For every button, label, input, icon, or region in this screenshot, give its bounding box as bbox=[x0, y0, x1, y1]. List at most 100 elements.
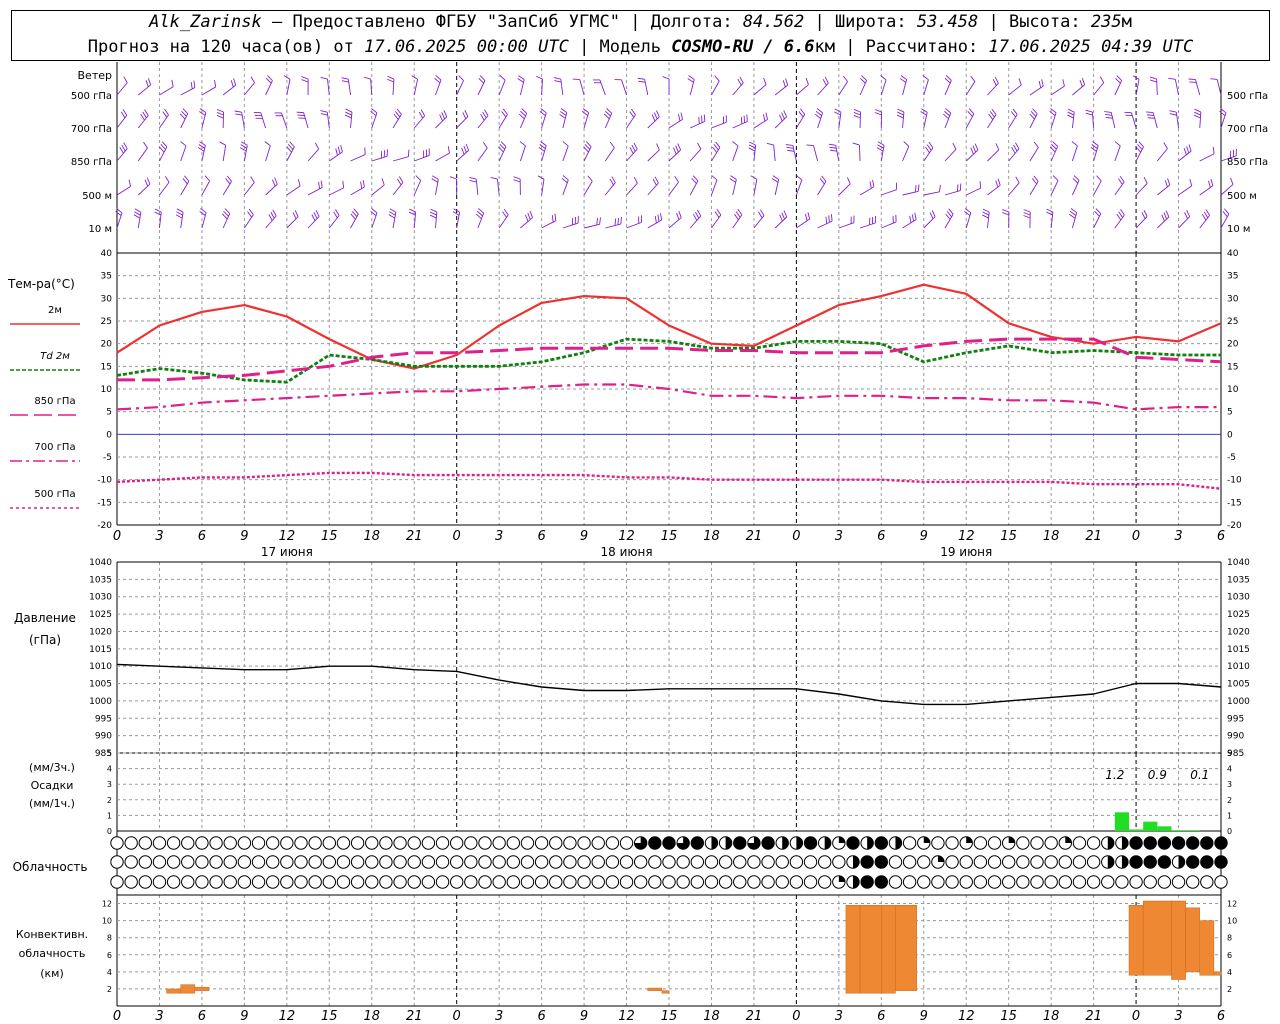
wind-barb-staff bbox=[753, 84, 767, 96]
x-tick-label: 21 bbox=[1085, 1009, 1102, 1024]
x-tick-label: 3 bbox=[1174, 1009, 1182, 1024]
temp-ytick-right: 15 bbox=[1227, 362, 1238, 372]
wind-barb-feather bbox=[389, 211, 396, 216]
x-tick-label: 3 bbox=[1174, 529, 1182, 544]
cloud-symbol bbox=[1072, 836, 1087, 850]
cloud-symbol bbox=[605, 875, 620, 889]
wind-barb-feather bbox=[461, 147, 465, 155]
wind-barb-feather bbox=[240, 144, 247, 149]
wind-barb-feather bbox=[979, 181, 982, 189]
cloud-symbol bbox=[265, 855, 280, 869]
cloud-symbol bbox=[365, 875, 379, 889]
cloud-fill bbox=[860, 875, 874, 889]
wind-barb-feather bbox=[484, 109, 489, 116]
wind-barb-feather bbox=[1205, 209, 1211, 216]
cloud-fill bbox=[711, 836, 718, 850]
wind-barb-staff bbox=[626, 221, 642, 229]
cloud-fill bbox=[875, 855, 888, 869]
conv-cloud-bar bbox=[859, 904, 882, 994]
wind-barb-feather bbox=[1149, 76, 1157, 80]
wind-barb-staff bbox=[244, 82, 255, 96]
wind-barb-feather bbox=[264, 141, 271, 147]
cloud-symbol bbox=[464, 836, 478, 850]
cloud-symbol bbox=[365, 855, 379, 869]
cloud-symbol bbox=[237, 836, 252, 850]
temp-ytick-left: -15 bbox=[97, 498, 112, 508]
cloud-symbol bbox=[138, 855, 153, 869]
cloud-symbol bbox=[945, 875, 959, 889]
wind-barb-feather bbox=[239, 147, 247, 152]
wind-barb-feather bbox=[633, 142, 638, 150]
cloud-symbol bbox=[549, 875, 563, 889]
wind-barb-feather bbox=[763, 77, 767, 85]
pressure-ytick-right: 1020 bbox=[1227, 627, 1250, 637]
cloud-fill bbox=[691, 836, 704, 850]
wind-barb-feather bbox=[739, 76, 744, 84]
wind-barb-feather bbox=[1210, 78, 1218, 80]
wind-barb-staff bbox=[902, 219, 917, 229]
wind-barb-staff bbox=[1135, 146, 1144, 162]
cloud-fill bbox=[853, 855, 860, 869]
wind-barb-feather bbox=[982, 214, 989, 219]
wind-barb-feather bbox=[786, 147, 794, 149]
cloud-symbol bbox=[690, 875, 705, 889]
wind-barb-feather bbox=[320, 113, 328, 116]
cloud-fill bbox=[648, 836, 662, 850]
wind-barb-staff bbox=[795, 179, 803, 196]
wind-barb-staff bbox=[965, 113, 975, 129]
cloud-symbol bbox=[1086, 855, 1101, 869]
wind-barb-feather bbox=[931, 210, 936, 217]
wind-barb-feather bbox=[662, 76, 670, 80]
cloud-symbol bbox=[803, 855, 818, 869]
cloud-symbol bbox=[648, 875, 662, 889]
cloud-symbol bbox=[789, 875, 804, 889]
wind-barb-staff bbox=[1093, 213, 1102, 229]
wind-barb-feather bbox=[216, 109, 224, 113]
cloud-symbol bbox=[534, 875, 549, 889]
wind-barb-feather bbox=[896, 114, 904, 119]
cloud-symbol bbox=[350, 836, 365, 850]
wind-barb-feather bbox=[463, 145, 467, 153]
wind-barb-feather bbox=[926, 144, 932, 151]
wind-barb-feather bbox=[1069, 211, 1077, 216]
x-tick-label: 15 bbox=[321, 1009, 338, 1024]
cloud-symbol bbox=[322, 875, 337, 889]
cloud-symbol bbox=[888, 875, 903, 889]
cloudiness-panel bbox=[110, 836, 1228, 889]
cloud-symbol bbox=[1143, 875, 1157, 889]
x-tick-label: 21 bbox=[406, 1009, 423, 1024]
conv-cloud-bar bbox=[1185, 907, 1201, 973]
cloud-symbol bbox=[492, 875, 506, 889]
wind-barb-feather bbox=[1120, 209, 1125, 216]
wind-barb-feather bbox=[1118, 211, 1123, 218]
wind-barb-feather bbox=[499, 75, 506, 81]
wind-barb-staff bbox=[371, 155, 388, 162]
wind-barb-feather bbox=[1099, 76, 1105, 83]
temp-ytick-left: 10 bbox=[101, 385, 113, 395]
wind-barb-staff bbox=[456, 150, 469, 162]
conv-cloud-bar bbox=[661, 990, 670, 994]
pressure-ytick-left: 1015 bbox=[89, 645, 112, 655]
cloud-fill bbox=[895, 836, 902, 850]
wind-barb-feather bbox=[897, 111, 904, 116]
wind-barb-staff bbox=[159, 146, 168, 162]
x-tick-label: 6 bbox=[537, 1009, 545, 1024]
cloud-symbol bbox=[506, 836, 521, 850]
conv-cloud-bar bbox=[194, 986, 210, 991]
precip-total-label: 1.2 bbox=[1105, 768, 1124, 782]
cloud-symbol bbox=[591, 836, 605, 850]
wind-barb-staff bbox=[987, 149, 1000, 162]
wind-barb-feather bbox=[843, 75, 848, 82]
wind-barb-staff bbox=[180, 181, 190, 196]
cloud-fill bbox=[1008, 836, 1015, 843]
wind-barb-feather bbox=[292, 212, 297, 219]
cloud-fill bbox=[867, 836, 874, 850]
wind-barb-feather bbox=[537, 175, 545, 180]
wind-barb-feather bbox=[1091, 144, 1098, 149]
wind-barb-staff bbox=[944, 149, 957, 162]
cloud-fill bbox=[1121, 855, 1129, 869]
wind-barb-feather bbox=[660, 213, 663, 221]
wind-barb-feather bbox=[469, 176, 477, 180]
wind-barb-staff bbox=[328, 215, 340, 229]
pressure-ytick-left: 1020 bbox=[89, 627, 112, 637]
